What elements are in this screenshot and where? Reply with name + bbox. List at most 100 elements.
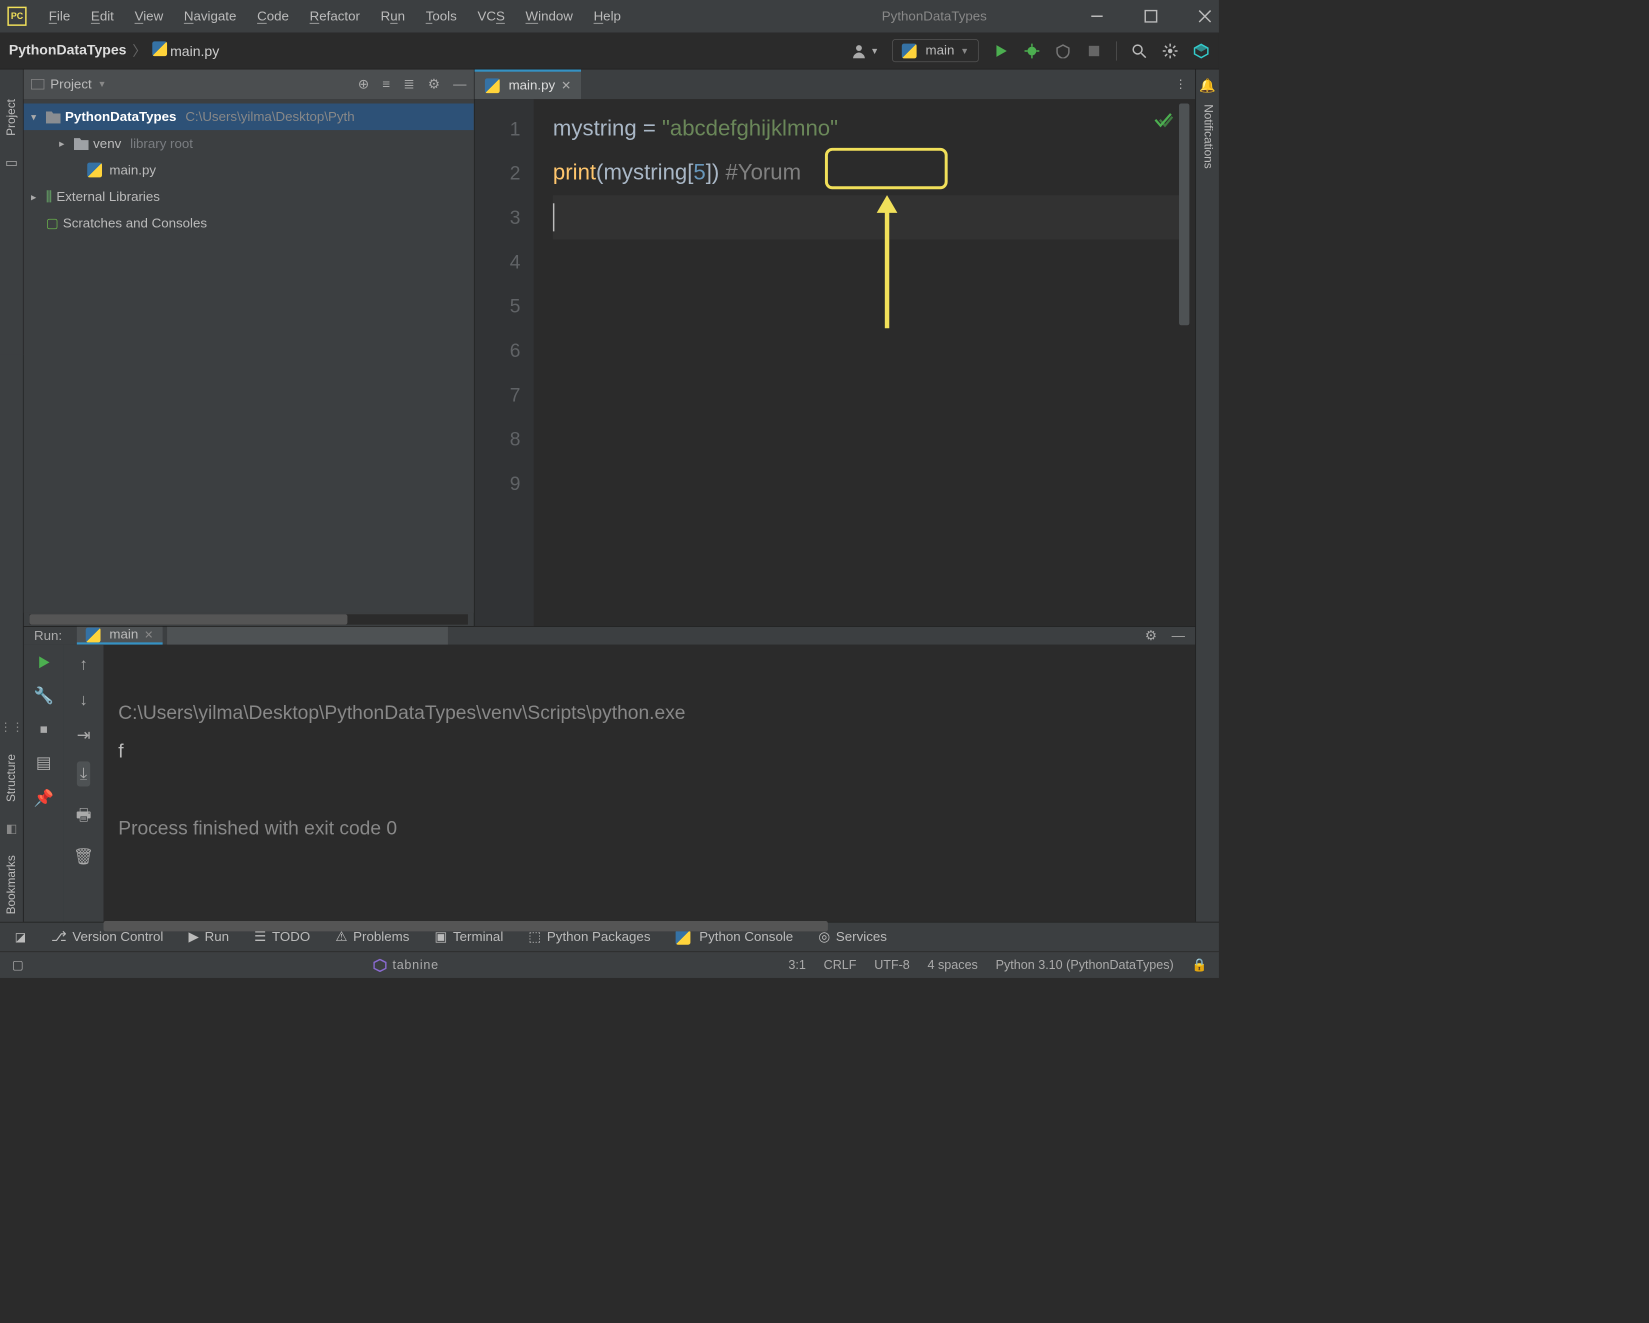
maximize-button[interactable] xyxy=(1144,10,1157,23)
python-icon xyxy=(86,627,101,642)
trash-icon[interactable]: 🗑 xyxy=(73,847,94,866)
pin-icon[interactable]: 📌 xyxy=(33,789,53,808)
chevron-right-icon: ▸ xyxy=(31,190,41,203)
bell-icon[interactable]: 🔔 xyxy=(1199,78,1216,94)
run-gutter-primary: 🔧 ■ ▤ 📌 xyxy=(24,645,64,935)
menu-vcs[interactable]: VCS xyxy=(477,9,504,25)
project-view-icon xyxy=(31,79,44,89)
scroll-to-end-icon[interactable]: ⤓ xyxy=(77,761,90,786)
up-icon[interactable]: ↑ xyxy=(79,655,87,674)
select-opened-file-icon[interactable]: ⊕ xyxy=(358,77,369,93)
menu-tools[interactable]: Tools xyxy=(426,9,457,25)
sidebar-tab-notifications[interactable]: Notifications xyxy=(1201,104,1214,168)
python-file-icon xyxy=(87,163,102,178)
line-number: 8 xyxy=(475,417,521,461)
chevron-down-icon: ▼ xyxy=(960,45,969,55)
status-encoding[interactable]: UTF-8 xyxy=(874,958,910,973)
code-with-me-button[interactable]: ▼ xyxy=(851,43,879,58)
status-indent[interactable]: 4 spaces xyxy=(928,958,978,973)
navigation-bar: PythonDataTypes 〉 main.py ▼ main ▼ xyxy=(0,33,1219,70)
status-position[interactable]: 3:1 xyxy=(788,958,805,973)
hide-icon[interactable]: — xyxy=(1172,628,1185,644)
menu-code[interactable]: Code xyxy=(257,9,289,25)
debug-button[interactable] xyxy=(1023,42,1041,60)
tabnine-brand[interactable]: tabnine xyxy=(24,958,789,973)
close-tab-icon[interactable]: ✕ xyxy=(561,78,571,93)
run-output[interactable]: C:\Users\yilma\Desktop\PythonDataTypes\v… xyxy=(103,645,1195,935)
print-icon[interactable]: 🖶 xyxy=(76,803,91,831)
down-icon[interactable]: ↓ xyxy=(79,690,87,709)
menu-file[interactable]: File xyxy=(49,9,70,25)
search-button[interactable] xyxy=(1130,42,1148,60)
settings-button[interactable] xyxy=(1161,42,1179,60)
close-button[interactable] xyxy=(1198,10,1211,23)
menu-edit[interactable]: Edit xyxy=(91,9,114,25)
inspections-ok-icon[interactable] xyxy=(1152,109,1173,130)
minimize-button[interactable] xyxy=(1090,10,1103,23)
run-button[interactable] xyxy=(992,42,1010,60)
project-panel-header: Project ▼ ⊕ ≡ ≣ ⚙ — xyxy=(24,69,474,99)
sidebar-tab-bookmarks[interactable]: Bookmarks xyxy=(5,855,18,914)
menu-navigate[interactable]: Navigate xyxy=(184,9,237,25)
soft-wrap-icon[interactable]: ⇥ xyxy=(77,726,91,745)
toolwindow-icon[interactable]: ◪ xyxy=(15,930,26,945)
status-interpreter[interactable]: Python 3.10 (PythonDataTypes) xyxy=(996,958,1174,973)
breadcrumb-file[interactable]: main.py xyxy=(152,41,219,60)
menu-view[interactable]: View xyxy=(135,9,164,25)
menu-run[interactable]: Run xyxy=(381,9,405,25)
tree-venv[interactable]: ▸ venv library root xyxy=(24,130,474,157)
stop-button[interactable] xyxy=(1085,42,1103,60)
menu-refactor[interactable]: Refactor xyxy=(310,9,360,25)
gear-icon[interactable]: ⚙ xyxy=(1145,628,1157,644)
window-title: PythonDataTypes xyxy=(882,9,987,25)
editor-tabs-more[interactable]: ⋮ xyxy=(1166,69,1196,99)
run-gutter-secondary: ↑ ↓ ⇥ ⤓ 🖶 🗑 xyxy=(64,645,104,935)
collapse-all-icon[interactable]: ≣ xyxy=(403,77,414,93)
text-caret xyxy=(553,203,554,231)
chevron-down-icon: ▾ xyxy=(31,111,41,124)
quick-access-icon[interactable]: ▢ xyxy=(12,958,24,973)
tree-venv-label: venv xyxy=(93,136,121,152)
rerun-button[interactable] xyxy=(36,655,51,670)
line-number: 7 xyxy=(475,373,521,417)
tree-root[interactable]: ▾ PythonDataTypes C:\Users\yilma\Desktop… xyxy=(24,103,474,130)
left-tool-strip-bottom: ⋮⋮ Structure ◧ Bookmarks xyxy=(0,355,24,922)
main-menu: File Edit View Navigate Code Refactor Ru… xyxy=(49,9,882,25)
menu-help[interactable]: Help xyxy=(594,9,621,25)
output-line: Process finished with exit code 0 xyxy=(118,817,397,839)
breadcrumb-project[interactable]: PythonDataTypes xyxy=(9,43,127,59)
close-icon[interactable]: ✕ xyxy=(144,628,153,641)
sidebar-tab-structure[interactable]: Structure xyxy=(5,754,18,802)
stop-button[interactable]: ■ xyxy=(40,721,48,737)
sidebar-tab-project[interactable]: Project xyxy=(5,99,18,136)
code-source[interactable]: mystring = "abcdefghijklmno" print(mystr… xyxy=(534,99,1196,626)
horizontal-scrollbar[interactable] xyxy=(103,921,1195,931)
editor-tab-label: main.py xyxy=(509,78,556,94)
jetbrains-toolbox-icon[interactable] xyxy=(1192,42,1210,60)
menu-window[interactable]: Window xyxy=(526,9,573,25)
wrench-icon[interactable]: 🔧 xyxy=(33,686,53,705)
expand-all-icon[interactable]: ≡ xyxy=(382,77,390,93)
project-view-label[interactable]: Project xyxy=(50,77,91,93)
vertical-scrollbar[interactable] xyxy=(1179,103,1189,325)
code-area[interactable]: 1 2 3 4 5 6 7 8 9 mystring = "abcdefghij… xyxy=(475,99,1196,626)
layout-icon[interactable]: ▤ xyxy=(36,753,51,772)
run-config-selector[interactable]: main ▼ xyxy=(892,39,978,62)
editor-tab-main[interactable]: main.py ✕ xyxy=(475,69,582,99)
hide-icon[interactable]: — xyxy=(453,77,466,93)
status-eol[interactable]: CRLF xyxy=(824,958,857,973)
folder-icon xyxy=(74,137,89,150)
run-tabs-spacer xyxy=(167,627,448,645)
tree-scratches-label: Scratches and Consoles xyxy=(63,215,207,231)
tree-scratches[interactable]: Scratches and Consoles xyxy=(24,210,474,237)
lock-icon[interactable]: 🔒 xyxy=(1191,958,1207,973)
tree-main-file[interactable]: main.py xyxy=(24,157,474,184)
run-tab[interactable]: main ✕ xyxy=(77,627,162,645)
project-tree[interactable]: ▾ PythonDataTypes C:\Users\yilma\Desktop… xyxy=(24,99,474,613)
horizontal-scrollbar[interactable] xyxy=(30,614,468,624)
bookmark-icon: ◧ xyxy=(6,821,17,836)
tree-external-libs[interactable]: ▸ External Libraries xyxy=(24,183,474,210)
settings-icon[interactable]: ⚙ xyxy=(428,77,440,93)
comment-text: #Yorum xyxy=(725,160,801,185)
coverage-button[interactable] xyxy=(1054,42,1072,60)
